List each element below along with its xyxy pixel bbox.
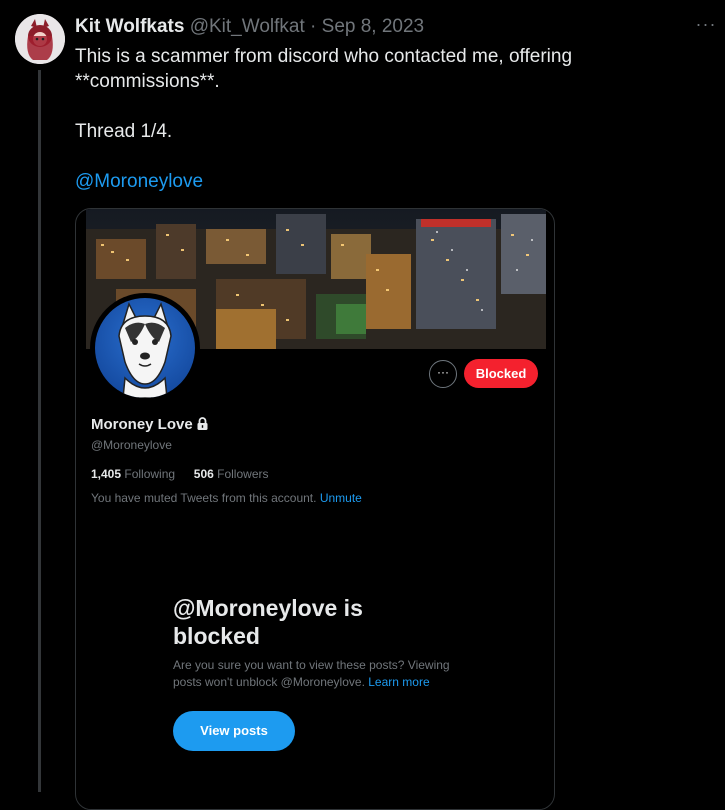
author-avatar-image — [15, 14, 65, 64]
following-count[interactable]: 1,405 — [91, 467, 121, 481]
profile-more-icon[interactable]: ··· — [429, 360, 457, 388]
more-horizontal-icon[interactable]: ··· — [693, 15, 719, 35]
tweet-text: This is a scammer from discord who conta… — [75, 44, 635, 194]
muted-text: You have muted Tweets from this account. — [91, 491, 317, 505]
tweet-media-image[interactable]: ··· Blocked Moroney Love @Moroneylove 1,… — [75, 208, 555, 810]
followers-label[interactable]: Followers — [217, 467, 268, 481]
blocked-title: @Moroneylove is blocked — [173, 595, 363, 649]
mention-link[interactable]: @Moroneylove — [75, 171, 203, 192]
followers-count[interactable]: 506 — [194, 467, 214, 481]
muted-notice: You have muted Tweets from this account.… — [91, 491, 362, 505]
author-avatar[interactable] — [15, 14, 65, 64]
separator: · — [310, 16, 317, 37]
following-label[interactable]: Following — [124, 467, 175, 481]
tweet-date[interactable]: Sep 8, 2023 — [322, 16, 424, 37]
view-posts-button[interactable]: View posts — [173, 711, 295, 751]
learn-more-link[interactable]: Learn more — [368, 675, 429, 689]
tweet-header: Kit Wolfkats @Kit_Wolfkat · Sep 8, 2023 — [75, 16, 424, 38]
author-name[interactable]: Kit Wolfkats — [75, 16, 184, 37]
profile-name: Moroney Love — [91, 416, 208, 434]
tweet-text-line: This is a scammer from discord who conta… — [75, 46, 573, 92]
thread-line — [38, 70, 41, 792]
wolf-avatar — [118, 301, 172, 398]
lock-icon — [197, 417, 208, 434]
blocked-button[interactable]: Blocked — [464, 359, 538, 388]
profile-screenshot: ··· Blocked Moroney Love @Moroneylove 1,… — [86, 209, 546, 809]
profile-handle: @Moroneylove — [91, 438, 172, 452]
profile-name-text: Moroney Love — [91, 416, 193, 433]
blocked-description: Are you sure you want to view these post… — [173, 657, 473, 691]
author-handle[interactable]: @Kit_Wolfkat — [190, 16, 305, 37]
tweet-text-line: Thread 1/4. — [75, 121, 173, 142]
unmute-link[interactable]: Unmute — [320, 491, 362, 505]
profile-avatar[interactable] — [90, 293, 200, 403]
profile-stats: 1,405 Following 506 Followers — [91, 467, 269, 481]
